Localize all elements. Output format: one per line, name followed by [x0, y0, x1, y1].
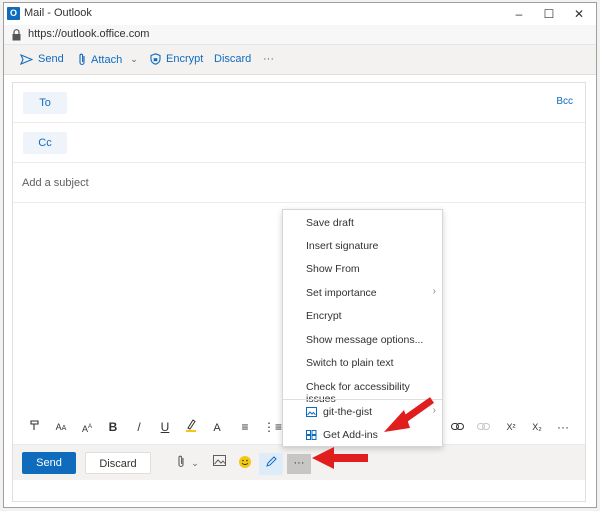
title-bar: O Mail - Outlook – ☐ ✕ [4, 3, 596, 25]
link-icon[interactable] [449, 419, 465, 435]
attach-command[interactable]: Attach ⌄ [78, 53, 138, 66]
send-command[interactable]: Send [20, 53, 64, 65]
url-text: https://outlook.office.com [28, 28, 150, 40]
bullet-list-icon[interactable]: ≡ [237, 419, 253, 435]
font-color-icon[interactable]: A [209, 419, 225, 435]
bold-button[interactable]: B [105, 419, 121, 435]
to-row[interactable]: To Bcc [13, 83, 585, 123]
more-commands-button[interactable]: ··· [263, 53, 274, 65]
window-title: Mail - Outlook [24, 7, 92, 19]
close-button[interactable]: ✕ [564, 3, 594, 25]
discard-button[interactable]: Discard [85, 452, 151, 474]
italic-button[interactable]: / [131, 419, 147, 435]
more-commands-label: ··· [263, 53, 274, 65]
shield-icon [150, 53, 161, 65]
menu-item-show-from[interactable]: Show From [283, 258, 442, 281]
discard-command-label: Discard [214, 53, 252, 65]
more-options-button[interactable]: ··· [287, 454, 311, 474]
annotation-arrow-icon [384, 397, 435, 432]
subscript-button[interactable]: X₂ [529, 419, 545, 435]
chevron-down-icon[interactable]: ⌄ [130, 54, 138, 65]
cc-button[interactable]: Cc [23, 132, 67, 154]
encrypt-command-label: Encrypt [166, 53, 204, 65]
editor-pen-icon[interactable] [263, 455, 279, 471]
cc-row[interactable]: Cc [13, 123, 585, 163]
attach-command-label: Attach [91, 53, 123, 66]
address-bar[interactable]: https://outlook.office.com [4, 25, 596, 45]
send-icon [20, 53, 33, 65]
menu-item-set-importance[interactable]: Set importance › [283, 282, 442, 305]
menu-item-insert-signature[interactable]: Insert signature [283, 235, 442, 258]
format-painter-icon[interactable] [27, 419, 43, 435]
command-bar: Send Attach ⌄ Encrypt Discard ··· [4, 45, 596, 75]
image-icon[interactable] [211, 455, 227, 471]
subject-placeholder: Add a subject [22, 177, 89, 189]
highlight-icon[interactable] [183, 419, 199, 435]
add-ins-grid-icon [306, 430, 317, 440]
menu-item-show-message-options[interactable]: Show message options... [283, 329, 442, 352]
annotation-arrow-icon [312, 447, 368, 469]
chevron-right-icon: › [432, 286, 436, 297]
menu-item-encrypt[interactable]: Encrypt [283, 305, 442, 328]
remove-link-icon [475, 419, 491, 435]
minimize-button[interactable]: – [504, 3, 534, 25]
emoji-icon[interactable] [237, 455, 253, 471]
discard-command[interactable]: Discard [214, 53, 251, 65]
outlook-app-icon: O [7, 7, 20, 20]
underline-button[interactable]: U [157, 419, 173, 435]
more-formatting-button[interactable]: ··· [555, 419, 571, 435]
bottom-action-bar: Send Discard ⌄ ··· [13, 444, 585, 480]
numbered-list-icon[interactable]: ⋮≡ [263, 419, 282, 435]
menu-item-switch-to-plain-text[interactable]: Switch to plain text [283, 352, 442, 375]
grow-font-icon[interactable]: AA [79, 419, 95, 435]
superscript-button[interactable]: X² [503, 419, 519, 435]
bcc-link[interactable]: Bcc [556, 96, 573, 107]
to-button[interactable]: To [23, 92, 67, 114]
chevron-down-icon[interactable]: ⌄ [187, 455, 203, 471]
menu-item-save-draft[interactable]: Save draft [283, 212, 442, 235]
maximize-button[interactable]: ☐ [534, 3, 564, 25]
paperclip-icon [79, 53, 85, 66]
font-size-icon[interactable]: AA [53, 419, 69, 435]
addin-image-icon [306, 407, 317, 417]
encrypt-command[interactable]: Encrypt [150, 53, 203, 65]
lock-icon [12, 29, 21, 41]
send-command-label: Send [38, 53, 64, 65]
subject-field[interactable]: Add a subject [13, 163, 585, 203]
send-button[interactable]: Send [22, 452, 76, 474]
